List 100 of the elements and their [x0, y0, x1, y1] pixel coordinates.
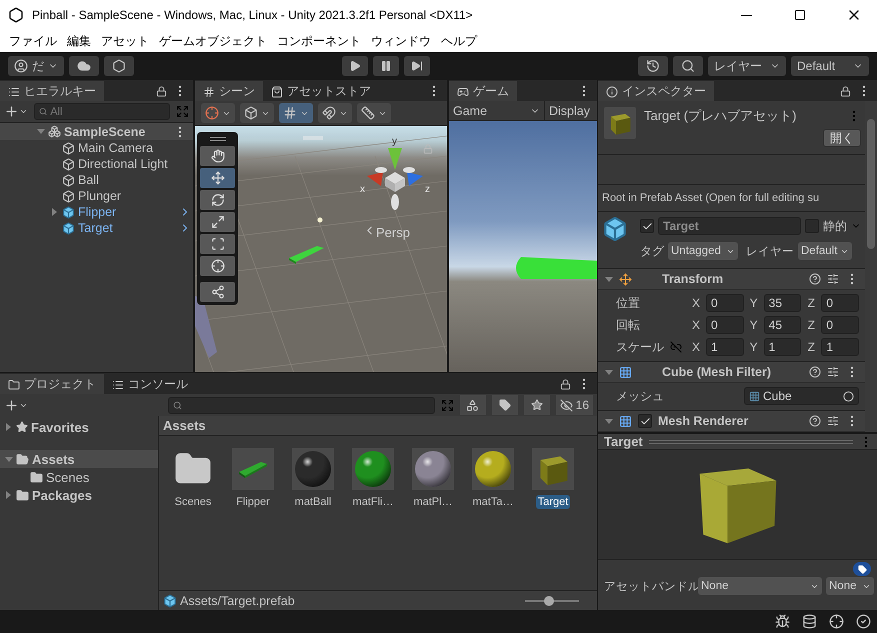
label-filter-button[interactable]	[492, 395, 518, 415]
type-filter-button[interactable]	[460, 395, 486, 415]
layer-dropdown[interactable]: Default	[798, 242, 852, 260]
number-field[interactable]: 0	[821, 316, 860, 334]
menu-item[interactable]: ウィンドウ	[366, 32, 436, 50]
triangle-right-icon[interactable]	[4, 422, 13, 432]
prefab-cube-icon	[62, 206, 75, 218]
asset-path: Assets/Target.prefab	[180, 594, 295, 608]
increment-button[interactable]	[357, 103, 391, 123]
folder-tree-item[interactable]: Scenes	[0, 468, 158, 486]
variant-dropdown[interactable]: None	[826, 577, 874, 595]
menu-item[interactable]: ファイル	[4, 32, 62, 50]
component-header[interactable]: Mesh Renderer	[598, 410, 865, 432]
menu-item[interactable]: ヘルプ	[436, 32, 482, 50]
number-field[interactable]: 45	[764, 316, 802, 334]
scene-row[interactable]: SampleScene	[0, 123, 193, 140]
name-field[interactable]: Target	[658, 217, 801, 235]
snap-button[interactable]	[318, 103, 352, 123]
triangle-down-icon[interactable]	[604, 416, 613, 426]
collab-button[interactable]	[104, 56, 134, 76]
tag-badge-icon[interactable]	[853, 562, 871, 576]
display-dropdown[interactable]: Display	[545, 104, 590, 118]
folder-tree-item[interactable]: Favorites	[0, 418, 158, 436]
hierarchy-item[interactable]: Ball	[0, 172, 193, 188]
axis-label: Y	[748, 296, 759, 310]
search-icon	[173, 400, 182, 410]
tool-button[interactable]	[200, 256, 235, 276]
tool-button[interactable]	[200, 146, 235, 166]
panel-tab[interactable]: プロジェクト	[0, 374, 104, 394]
open-button[interactable]: 開く	[823, 129, 861, 147]
layout-dropdown[interactable]: Default	[791, 56, 869, 76]
search-field[interactable]	[168, 396, 435, 414]
global-mode-button[interactable]	[240, 103, 274, 123]
projection-label[interactable]: Persp	[363, 224, 410, 240]
star-icon	[530, 399, 543, 411]
slider-thumb[interactable]	[544, 596, 554, 606]
tool-button[interactable]	[200, 282, 235, 302]
tool-button[interactable]	[200, 234, 235, 254]
gizmo-mode-button[interactable]	[201, 103, 235, 123]
asset-bundle-dropdown[interactable]: None	[698, 577, 822, 595]
number-field[interactable]: 1	[821, 338, 860, 356]
layers-dropdown[interactable]: レイヤー	[708, 56, 786, 76]
hierarchy-item[interactable]: Directional Light	[0, 156, 193, 172]
open-folder-icon	[16, 452, 29, 466]
hierarchy-item[interactable]: Plunger	[0, 188, 193, 204]
tag-label: タグ	[640, 242, 664, 260]
triangle-down-icon[interactable]	[604, 274, 613, 284]
history-button[interactable]	[638, 56, 668, 76]
asset-item[interactable]: Scenes	[171, 448, 215, 509]
rotate-icon	[210, 193, 224, 207]
hidden-packages-button[interactable]: 16	[556, 395, 593, 415]
grid-snap-button[interactable]	[279, 103, 313, 123]
number-field[interactable]: 1	[764, 338, 802, 356]
menu-item[interactable]: ゲームオブジェクト	[154, 32, 272, 50]
triangle-right-icon[interactable]	[50, 208, 59, 216]
step-button[interactable]	[404, 56, 430, 76]
number-field[interactable]: 35	[764, 294, 802, 312]
number-field[interactable]: 1	[706, 338, 744, 356]
menu-item[interactable]: コンポーネント	[272, 32, 366, 50]
panel-tab[interactable]: インスペクター	[598, 81, 714, 101]
hierarchy-item[interactable]: Flipper	[0, 204, 193, 220]
tag-dropdown[interactable]: Untagged	[668, 242, 738, 260]
tool-button[interactable]	[200, 168, 235, 188]
folder-tree-item[interactable]: Packages	[0, 486, 158, 504]
tool-button[interactable]	[200, 190, 235, 210]
number-field[interactable]: 0	[821, 294, 860, 312]
number-field[interactable]: 0	[706, 294, 744, 312]
component-header[interactable]: Cube (Mesh Filter)	[598, 361, 865, 383]
account-button[interactable]: だ	[8, 56, 64, 76]
panel-tab[interactable]: シーン	[195, 81, 263, 101]
play-button[interactable]	[342, 56, 368, 76]
enabled-checkbox[interactable]	[638, 414, 652, 428]
search-button[interactable]	[673, 56, 703, 76]
menu-item[interactable]: 編集	[62, 32, 96, 50]
number-field[interactable]: 0	[706, 316, 744, 334]
expand-icon	[440, 398, 454, 412]
static-checkbox[interactable]	[805, 219, 819, 233]
pause-button[interactable]	[373, 56, 399, 76]
field-label: メッシュ	[616, 388, 665, 404]
panel-tab[interactable]: ゲーム	[449, 81, 517, 101]
tag-icon	[498, 399, 511, 411]
favorite-button[interactable]	[524, 395, 550, 415]
pivot-icon	[205, 106, 219, 120]
field-label: スケール	[616, 338, 665, 356]
mesh-field[interactable]: Cube	[744, 387, 859, 405]
menu-item[interactable]: アセット	[96, 32, 154, 50]
search-input[interactable]: All	[50, 106, 165, 118]
info-icon	[606, 86, 618, 98]
active-checkbox[interactable]	[640, 219, 654, 233]
tool-button[interactable]	[200, 212, 235, 232]
cloud-button[interactable]	[69, 56, 99, 76]
component-header[interactable]: Transform	[598, 268, 865, 290]
hierarchy-item[interactable]: Main Camera	[0, 140, 193, 156]
scene-viewport[interactable]: y x z Persp	[195, 126, 447, 372]
triangle-right-icon[interactable]	[4, 490, 13, 500]
triangle-down-icon[interactable]	[604, 368, 613, 376]
search-field[interactable]: All	[34, 103, 170, 120]
hierarchy-item[interactable]: Target	[0, 220, 193, 236]
folder-tree-item[interactable]: Assets	[0, 450, 158, 468]
panel-tab[interactable]: ヒエラルキー	[0, 81, 104, 101]
